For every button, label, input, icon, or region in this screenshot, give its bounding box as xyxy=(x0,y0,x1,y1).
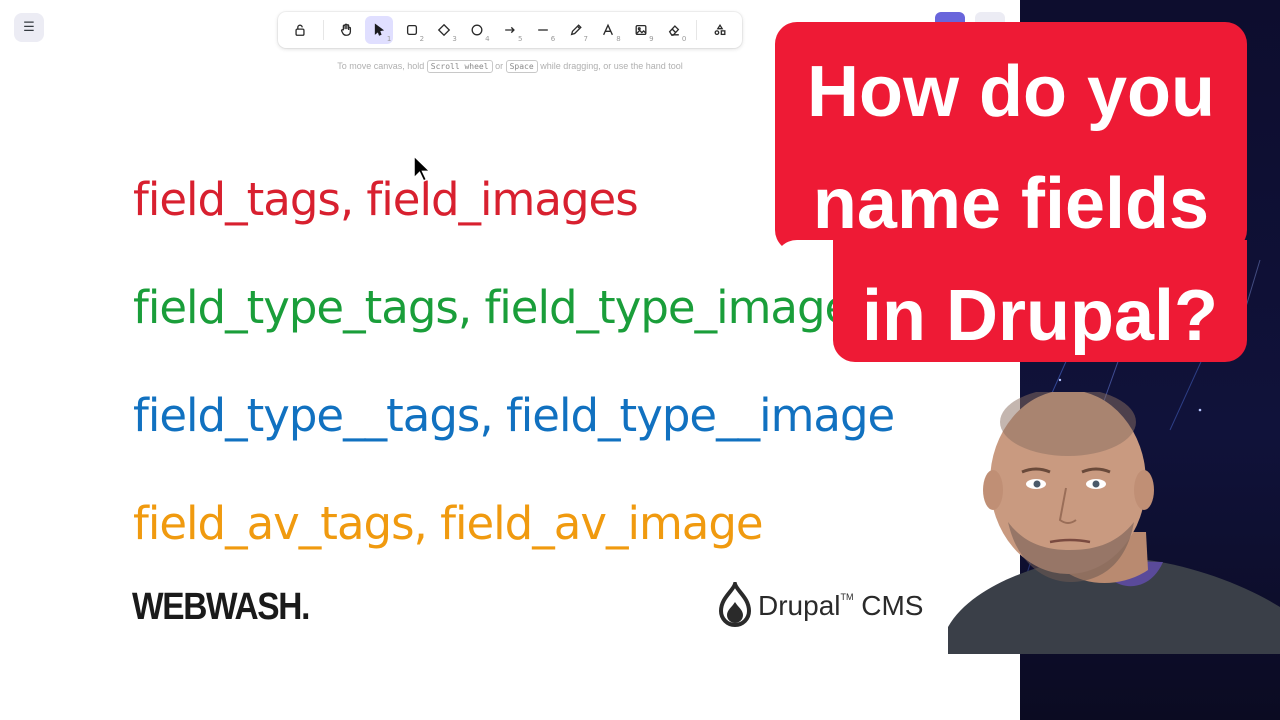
drupal-wordmark: DrupalTM CMS xyxy=(758,590,924,622)
eraser-icon xyxy=(668,25,680,36)
tool-shortcut: 3 xyxy=(452,35,457,43)
tool-arrow[interactable]: 5 xyxy=(496,16,525,44)
lock-open-icon xyxy=(295,24,305,36)
tool-shortcut: 4 xyxy=(485,35,490,43)
tool-draw[interactable]: 7 xyxy=(561,16,590,44)
tool-line[interactable]: 6 xyxy=(528,16,557,44)
tool-shortcut: 6 xyxy=(550,35,556,43)
arrow-right-icon xyxy=(505,26,515,34)
diamond-icon xyxy=(438,23,451,37)
drupal-cms: CMS xyxy=(861,590,924,621)
tool-extra[interactable] xyxy=(705,16,734,44)
tool-shortcut: 1 xyxy=(386,35,392,43)
pencil-icon xyxy=(570,24,582,36)
tool-shortcut: 9 xyxy=(649,35,654,43)
title-callout-text: How do you name fields in Drupal? xyxy=(775,36,1247,372)
presenter-webcam xyxy=(948,392,1280,654)
tool-ellipse[interactable]: 4 xyxy=(463,16,492,44)
kbd-space: Space xyxy=(505,60,538,73)
shapes-icon xyxy=(714,23,726,36)
drupal-tm: TM xyxy=(840,592,854,602)
hamburger-icon: ☰ xyxy=(23,20,35,35)
tool-shortcut: 7 xyxy=(583,35,588,43)
hint-text: To move canvas, hold xyxy=(337,61,425,71)
rectangle-icon xyxy=(406,24,417,36)
tool-text[interactable]: 8 xyxy=(594,16,623,44)
tool-rectangle[interactable]: 2 xyxy=(397,16,426,44)
presenter-portrait xyxy=(948,392,1280,654)
toolbar-divider xyxy=(696,20,698,40)
canvas-hint: To move canvas, hold Scroll wheel or Spa… xyxy=(278,60,742,73)
tool-shortcut: 0 xyxy=(681,35,687,43)
canvas-text-orange[interactable]: field_av_tags, field_av_image xyxy=(133,498,764,550)
tool-lock[interactable] xyxy=(286,16,315,44)
main-menu-button[interactable]: ☰ xyxy=(14,13,44,42)
tool-diamond[interactable]: 3 xyxy=(430,16,459,44)
tool-eraser[interactable]: 0 xyxy=(660,16,689,44)
canvas-text-green[interactable]: field_type_tags, field_type_images xyxy=(133,282,875,334)
tool-selection[interactable]: 1 xyxy=(364,16,394,44)
bottom-canvas-strip xyxy=(0,654,1020,720)
drupal-name: Drupal xyxy=(758,590,841,621)
tool-shortcut: 5 xyxy=(517,35,523,43)
tool-image[interactable]: 9 xyxy=(627,16,656,44)
shape-toolbar: 1 2 3 4 5 6 7 8 9 0 xyxy=(278,12,742,48)
tool-hand[interactable] xyxy=(332,16,361,44)
callout-line-1: How do you xyxy=(807,52,1215,132)
circle-icon xyxy=(471,24,483,36)
drupal-drop-icon xyxy=(718,582,752,627)
hand-icon xyxy=(341,23,352,36)
image-icon xyxy=(635,24,647,36)
tool-shortcut: 2 xyxy=(419,35,425,43)
mouse-cursor-icon xyxy=(413,154,432,182)
canvas-text-blue[interactable]: field_type__tags, field_type__image xyxy=(133,390,895,442)
callout-line-2: name fields xyxy=(812,164,1210,244)
text-icon xyxy=(603,23,614,36)
hint-text: while dragging, or use the hand tool xyxy=(540,61,683,71)
toolbar-divider xyxy=(322,20,324,40)
line-icon xyxy=(538,29,548,31)
webwash-logo: WEBWASH. xyxy=(132,586,310,628)
tool-shortcut: 8 xyxy=(616,35,621,43)
canvas-text-red[interactable]: field_tags, field_images xyxy=(133,174,639,226)
hint-text: or xyxy=(495,61,504,71)
callout-line-3: in Drupal? xyxy=(862,276,1218,356)
pointer-icon xyxy=(374,23,384,36)
drupal-cms-logo: DrupalTM CMS xyxy=(716,582,924,630)
kbd-scroll-wheel: Scroll wheel xyxy=(426,60,493,73)
